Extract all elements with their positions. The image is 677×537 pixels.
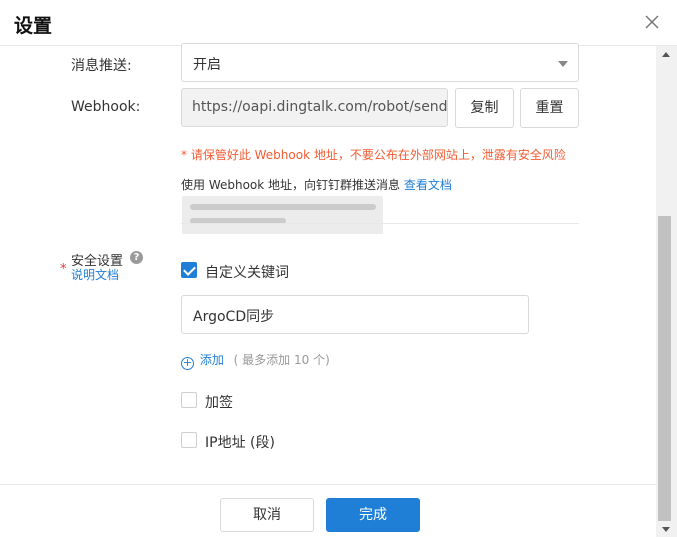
scroll-up-icon[interactable] <box>662 52 670 57</box>
webhook-info-text: 使用 Webhook 地址，向钉钉群推送消息 <box>181 178 401 192</box>
question-circle-icon[interactable]: ? <box>130 251 143 264</box>
add-keyword-hint: ( 最多添加 10 个) <box>233 353 330 367</box>
scrollbar[interactable] <box>656 46 677 537</box>
keyword-input[interactable]: ArgoCD同步 <box>181 295 529 334</box>
tooltip-shadow <box>182 196 383 234</box>
dialog-title: 设置 <box>14 15 53 37</box>
keyword-checkbox[interactable] <box>181 262 197 278</box>
webhook-field[interactable]: https://oapi.dingtalk.com/robot/send?ac <box>181 88 448 127</box>
reset-button[interactable]: 重置 <box>520 88 579 128</box>
webhook-info: 使用 Webhook 地址，向钉钉群推送消息 查看文档 <box>181 176 452 193</box>
copy-button[interactable]: 复制 <box>455 88 514 128</box>
scrollbar-thumb[interactable] <box>658 216 671 521</box>
push-select-value: 开启 <box>193 57 221 73</box>
add-keyword-button[interactable]: 添加 <box>200 353 224 367</box>
chevron-down-icon <box>558 61 568 67</box>
plus-circle-icon[interactable]: + <box>181 357 194 370</box>
required-mark: * <box>60 262 67 277</box>
dialog-header: 设置 <box>0 0 677 46</box>
webhook-value: https://oapi.dingtalk.com/robot/send?ac <box>192 99 448 115</box>
keyword-input-value: ArgoCD同步 <box>193 309 275 325</box>
close-icon[interactable] <box>643 13 661 31</box>
scroll-down-icon[interactable] <box>662 527 670 532</box>
view-docs-link[interactable]: 查看文档 <box>404 178 452 192</box>
section-divider <box>181 223 579 224</box>
sign-checkbox[interactable] <box>181 392 197 408</box>
webhook-label: Webhook: <box>71 99 141 115</box>
webhook-warning: * 请保管好此 Webhook 地址，不要公布在外部网站上，泄露有安全风险 <box>181 148 566 162</box>
ip-checkbox[interactable] <box>181 432 197 448</box>
push-select[interactable]: 开启 <box>181 43 579 82</box>
ip-option-label: IP地址 (段) <box>205 435 275 451</box>
tooltip-line <box>190 204 376 210</box>
done-button[interactable]: 完成 <box>326 498 420 532</box>
cancel-button[interactable]: 取消 <box>220 498 314 532</box>
security-doc-link[interactable]: 说明文档 <box>71 266 119 283</box>
add-keyword: + 添加 ( 最多添加 10 个) <box>181 351 330 370</box>
keyword-option-label: 自定义关键词 <box>205 265 289 281</box>
settings-dialog: 设置 消息推送: 开启 Webhook: https://oapi.dingta… <box>0 0 677 537</box>
sign-option-label: 加签 <box>205 395 233 411</box>
push-label: 消息推送: <box>71 58 132 74</box>
